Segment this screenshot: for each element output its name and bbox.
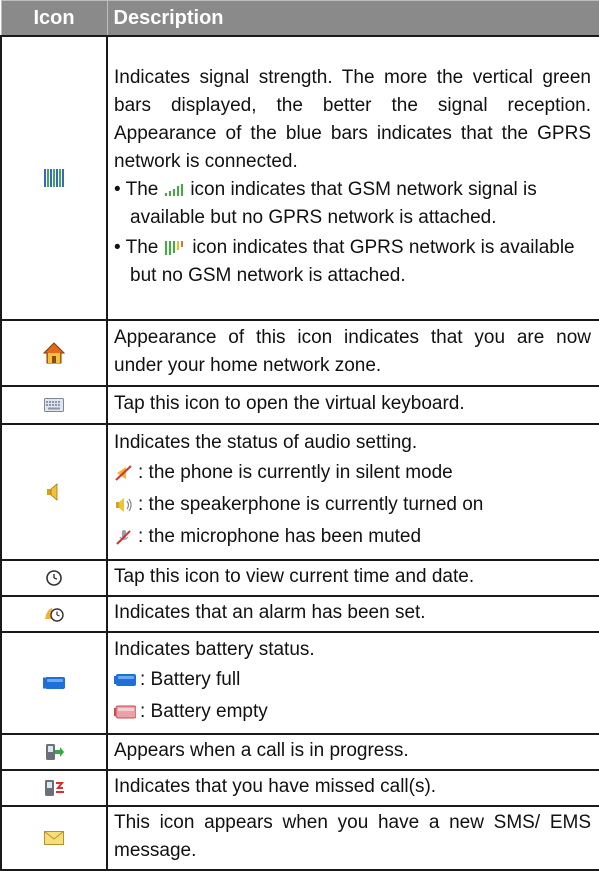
status-icon-table: Icon Description Indicates signal streng…	[0, 0, 599, 871]
table-row: Indicates the status of audio setting. :…	[0, 423, 599, 561]
icon-cell	[0, 35, 108, 321]
description-cell: Tap this icon to open the virtual keyboa…	[106, 385, 599, 425]
bullet-prefix: • The	[114, 237, 159, 258]
battery-full-icon	[114, 673, 136, 687]
audio-description: Indicates the status of audio setting.	[114, 432, 418, 453]
icon-cell	[0, 805, 108, 871]
table-row: Indicates that you have missed call(s).	[0, 769, 599, 807]
legend-text: : the phone is currently in silent mode	[138, 462, 453, 483]
legend-text: : Battery empty	[140, 701, 268, 722]
description-cell: Appearance of this icon indicates that y…	[106, 319, 599, 387]
mic-muted-icon	[114, 528, 134, 546]
gsm-signal-bullet: • The icon indicates that GSM network sig…	[114, 176, 591, 232]
table-header-row: Icon Description	[0, 0, 599, 37]
silent-mode-icon	[114, 464, 134, 482]
description-cell: Indicates the status of audio setting. :…	[106, 423, 599, 561]
bullet-text: icon indicates that GSM network signal i…	[130, 179, 537, 228]
keyboard-icon	[44, 397, 64, 412]
description-cell: Indicates signal strength. The more the …	[106, 35, 599, 321]
speakerphone-line: : the speakerphone is currently turned o…	[114, 489, 591, 521]
icon-cell	[0, 631, 108, 735]
signal-strength-icon	[43, 168, 65, 188]
battery-empty-icon	[114, 705, 136, 719]
description-cell: Tap this icon to view current time and d…	[106, 559, 599, 597]
table-row: Indicates that an alarm has been set.	[0, 595, 599, 633]
missed-call-icon	[43, 779, 65, 797]
battery-empty-line: : Battery empty	[114, 696, 591, 728]
description-cell: This icon appears when you have a new SM…	[106, 805, 599, 871]
gprs-signal-icon	[164, 240, 186, 256]
mic-muted-line: : the microphone has been muted	[114, 521, 591, 553]
signal-description: Indicates signal strength. The more the …	[114, 67, 591, 172]
legend-text: : Battery full	[140, 669, 241, 690]
call-in-progress-icon	[44, 743, 64, 761]
table-row: Appears when a call is in progress.	[0, 733, 599, 771]
legend-text: : the speakerphone is currently turned o…	[138, 494, 484, 515]
icon-cell	[0, 385, 108, 425]
silent-mode-line: : the phone is currently in silent mode	[114, 457, 591, 489]
description-column-header: Description	[106, 0, 599, 37]
table-row: Tap this icon to view current time and d…	[0, 559, 599, 597]
bullet-prefix: • The	[114, 179, 159, 200]
icon-column-header: Icon	[0, 0, 108, 37]
icon-cell	[0, 769, 108, 807]
table-row: Indicates signal strength. The more the …	[0, 35, 599, 321]
description-cell: Indicates that an alarm has been set.	[106, 595, 599, 633]
battery-description: Indicates battery status.	[114, 639, 315, 660]
battery-icon	[43, 676, 65, 689]
icon-cell	[0, 319, 108, 387]
table-row: Appearance of this icon indicates that y…	[0, 319, 599, 387]
gsm-signal-icon	[164, 183, 184, 197]
icon-cell	[0, 733, 108, 771]
speakerphone-icon	[114, 496, 134, 514]
icon-cell	[0, 423, 108, 561]
new-message-icon	[44, 830, 64, 845]
icon-cell	[0, 559, 108, 597]
table-row: This icon appears when you have a new SM…	[0, 805, 599, 871]
description-cell: Indicates that you have missed call(s).	[106, 769, 599, 807]
battery-full-line: : Battery full	[114, 664, 591, 696]
speaker-icon	[44, 482, 64, 502]
alarm-icon	[43, 605, 65, 623]
gprs-signal-bullet: • The icon indicates that GPRS network is…	[114, 234, 591, 290]
description-cell: Indicates battery status. : Battery full…	[106, 631, 599, 735]
description-cell: Appears when a call is in progress.	[106, 733, 599, 771]
bullet-text: icon indicates that GPRS network is avai…	[130, 237, 575, 286]
legend-text: : the microphone has been muted	[138, 526, 422, 547]
clock-icon	[46, 569, 62, 586]
icon-cell	[0, 595, 108, 633]
home-icon	[43, 342, 65, 364]
table-row: Indicates battery status. : Battery full…	[0, 631, 599, 735]
table-row: Tap this icon to open the virtual keyboa…	[0, 385, 599, 425]
